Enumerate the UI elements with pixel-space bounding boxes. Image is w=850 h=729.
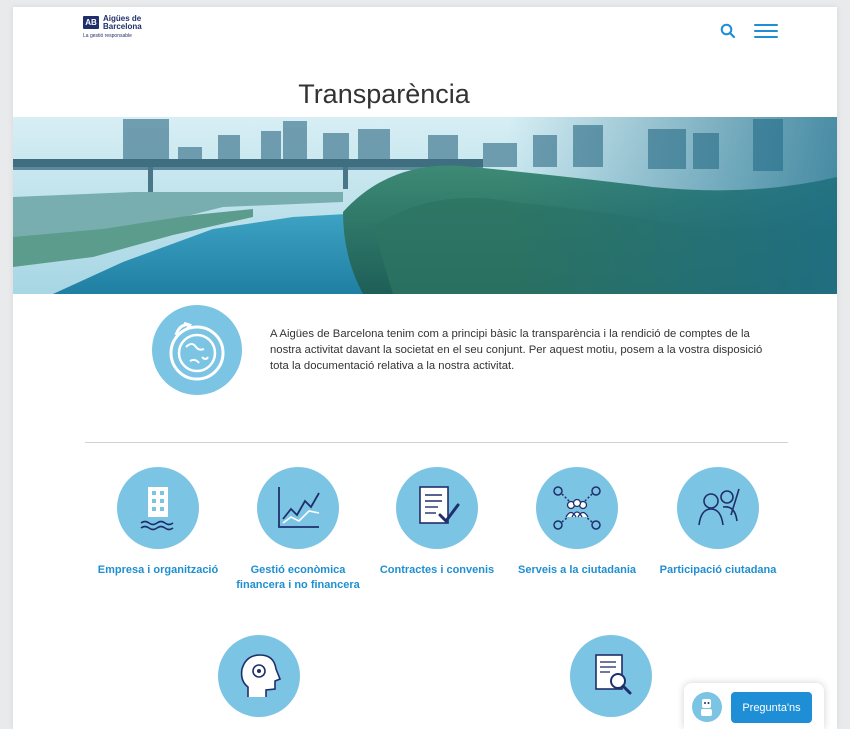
category-bottom-1[interactable] <box>189 635 329 717</box>
people-network-icon <box>536 467 618 549</box>
chatbot-avatar-icon[interactable] <box>692 692 722 722</box>
category-empresa[interactable]: Empresa i organització <box>88 467 228 578</box>
intro-text: A Aigües de Barcelona tenim com a princi… <box>270 328 763 373</box>
category-serveis[interactable]: Serveis a la ciutadania <box>507 467 647 578</box>
logo-name: Aigües de Barcelona <box>103 14 142 31</box>
line-chart-icon <box>257 467 339 549</box>
category-label: Gestió econòmica financera i no financer… <box>236 564 360 591</box>
document-search-icon <box>570 635 652 717</box>
hamburger-menu-icon[interactable] <box>754 24 778 38</box>
chat-widget: Pregunta'ns <box>684 683 824 729</box>
category-label: Empresa i organització <box>97 564 219 576</box>
head-gear-icon <box>218 635 300 717</box>
category-label: Contractes i convenis <box>379 564 495 576</box>
logo-mark: AB <box>83 16 99 29</box>
page-title: Transparència <box>298 79 470 110</box>
participants-icon <box>677 467 759 549</box>
globe-recycle-icon <box>152 305 242 395</box>
category-contractes[interactable]: Contractes i convenis <box>367 467 507 578</box>
hero-image <box>13 117 837 294</box>
logo-tagline: La gestió responsable <box>83 33 132 39</box>
category-label: Participació ciutadana <box>659 564 777 576</box>
category-label: Serveis a la ciutadania <box>517 564 636 576</box>
category-bottom-2[interactable] <box>541 635 681 717</box>
document-check-icon <box>396 467 478 549</box>
ask-us-button[interactable]: Pregunta'ns <box>731 692 812 723</box>
category-gestio-economica[interactable]: Gestió econòmica financera i no financer… <box>228 467 368 593</box>
brand-logo[interactable]: AB Aigües de Barcelona La gestió respons… <box>83 14 173 52</box>
page: AB Aigües de Barcelona La gestió respons… <box>13 7 837 729</box>
office-building-icon <box>117 467 199 549</box>
category-participacio[interactable]: Participació ciutadana <box>648 467 788 578</box>
search-icon[interactable] <box>719 22 737 40</box>
section-divider <box>85 442 788 443</box>
